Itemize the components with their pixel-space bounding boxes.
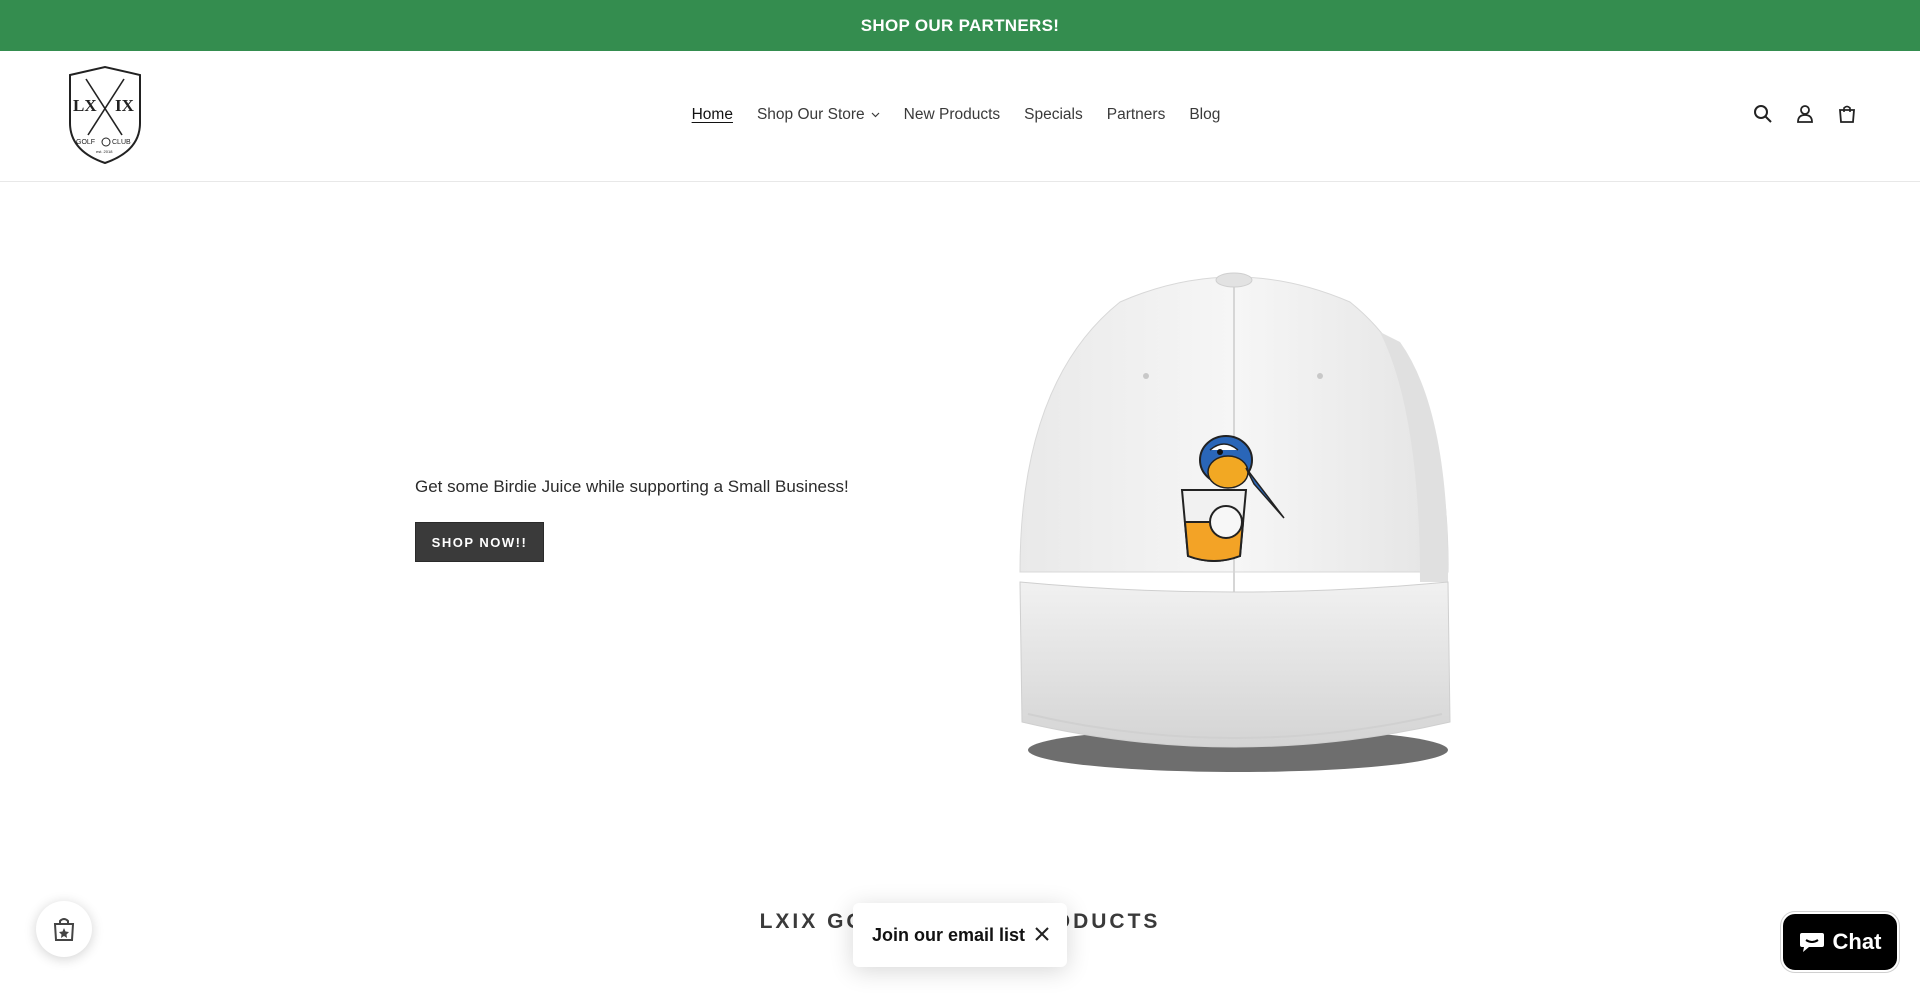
nav-shop-our-store[interactable]: Shop Our Store xyxy=(757,106,880,124)
nav-partners[interactable]: Partners xyxy=(1107,106,1166,124)
announcement-link[interactable]: SHOP OUR PARTNERS! xyxy=(861,16,1059,36)
site-header: LX IX GOLF CLUB est. 2018 Home Shop Our … xyxy=(0,51,1920,182)
nav-home[interactable]: Home xyxy=(692,106,733,124)
nav-blog[interactable]: Blog xyxy=(1189,106,1220,124)
section-title-left: LXIX GO xyxy=(759,910,866,933)
nav-shop-label: Shop Our Store xyxy=(756,106,865,123)
announcement-bar: SHOP OUR PARTNERS! xyxy=(0,0,1920,51)
hero-tagline: Get some Birdie Juice while supporting a… xyxy=(415,477,849,496)
nav-new-products[interactable]: New Products xyxy=(904,106,1000,124)
close-icon[interactable] xyxy=(1033,925,1051,943)
account-icon[interactable] xyxy=(1794,103,1816,125)
section-title-right: ODUCTS xyxy=(1053,910,1161,933)
search-icon[interactable] xyxy=(1752,103,1774,125)
shop-now-button[interactable]: SHOP NOW!! xyxy=(415,522,544,562)
chat-label: Chat xyxy=(1832,929,1882,954)
header-icons xyxy=(1752,103,1858,125)
logo-club: CLUB xyxy=(112,139,131,146)
rewards-bag-icon xyxy=(53,918,75,941)
shopify-chat-button[interactable]: Chat xyxy=(1781,912,1899,972)
chevron-down-icon xyxy=(871,112,880,118)
rewards-launcher[interactable] xyxy=(36,901,92,957)
hero-text: Get some Birdie Juice while supporting a… xyxy=(415,477,849,497)
email-signup-popup[interactable]: Join our email list xyxy=(853,903,1067,967)
email-popup-label: Join our email list xyxy=(872,924,1026,945)
nav-specials[interactable]: Specials xyxy=(1024,106,1083,124)
main-nav: Home Shop Our Store New Products Special… xyxy=(0,106,1920,124)
logo-est: est. 2018 xyxy=(96,149,113,154)
logo-golf: GOLF xyxy=(76,139,95,146)
chat-bubble-icon xyxy=(1799,933,1824,952)
trucker-hat-image xyxy=(1019,272,1451,772)
cart-icon[interactable] xyxy=(1836,103,1858,125)
